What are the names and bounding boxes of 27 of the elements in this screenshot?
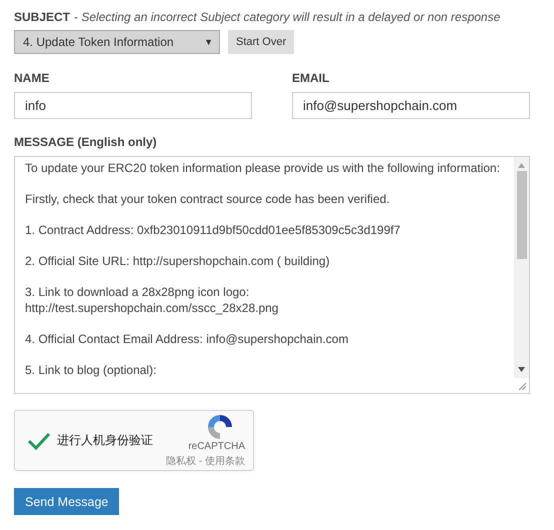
subject-hint: - Selecting an incorrect Subject category will result in a delayed or non response <box>74 10 500 24</box>
email-label: EMAIL <box>292 71 330 85</box>
message-paragraph: To update your ERC20 token information please provide us with the following information: <box>25 161 501 176</box>
subject-label: SUBJECT <box>14 10 70 24</box>
scrollbar[interactable] <box>514 157 529 393</box>
message-paragraph: 4. Official Contact Email Address: info@supershopchain.com <box>25 332 350 347</box>
recaptcha-brand: reCAPTCHA <box>188 441 245 452</box>
name-field[interactable]: info <box>14 92 252 119</box>
message-paragraph: 5. Link to blog (optional): <box>25 362 158 378</box>
check-icon[interactable] <box>27 430 51 450</box>
resize-grip-icon[interactable] <box>518 382 526 390</box>
message-paragraph: 1. Contract Address: 0xfb23010911d9bf50cdd01ee5f85309c5c3d199f7 <box>25 223 402 238</box>
message-paragraph: 3. Link to download a 28x28png icon logo: http://test.supershopchain.com/sscc_28x28.png <box>25 285 280 316</box>
scroll-up-icon[interactable] <box>518 163 525 168</box>
email-field[interactable]: info@supershopchain.com <box>292 92 530 119</box>
scroll-down-icon[interactable] <box>518 367 525 372</box>
message-label: MESSAGE (English only) <box>14 135 158 149</box>
message-paragraph: 2. Official Site URL: http://supershopchain.com ( building) <box>25 254 331 270</box>
message-paragraph: Firstly, check that your token contract source code has been verified. <box>25 192 391 208</box>
captcha-label: 进行人机身份验证 <box>57 432 153 449</box>
start-over-button[interactable]: Start Over <box>228 30 294 54</box>
scrollbar-thumb[interactable] <box>516 171 526 259</box>
recaptcha-logo-icon <box>205 413 235 441</box>
subject-dropdown[interactable]: 4. Update Token Information ▼ <box>14 30 220 54</box>
message-field[interactable] <box>14 156 530 394</box>
name-label: NAME <box>14 71 50 85</box>
send-message-button[interactable]: Send Message <box>14 488 120 515</box>
